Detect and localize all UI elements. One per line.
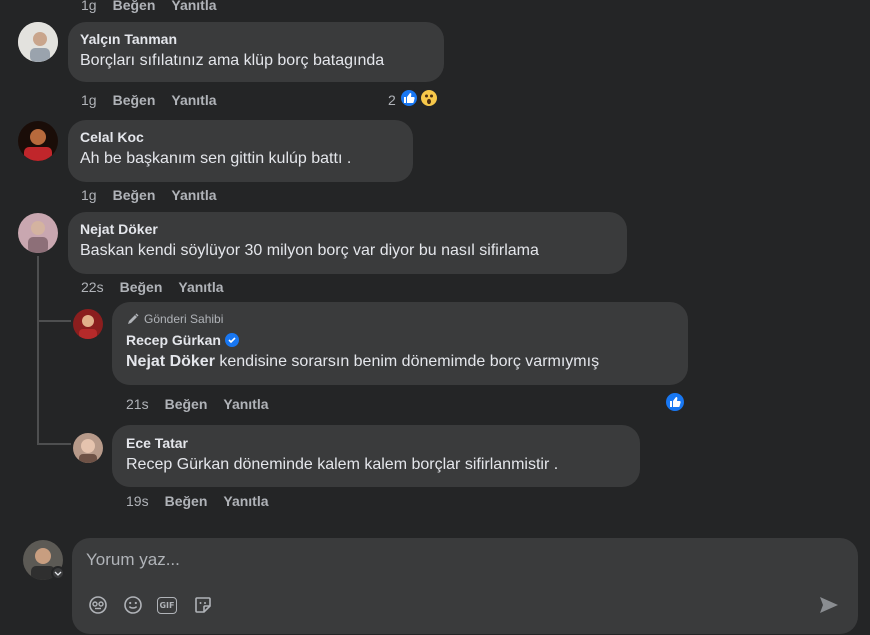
comment-actions-top: 1g Beğen Yanıtla	[81, 0, 217, 14]
like-button[interactable]: Beğen	[113, 0, 156, 14]
like-button[interactable]: Beğen	[113, 186, 156, 204]
reply-button[interactable]: Yanıtla	[171, 91, 216, 109]
timestamp[interactable]: 21s	[126, 395, 149, 413]
wow-reaction-icon[interactable]	[419, 88, 439, 108]
reply-button[interactable]: Yanıtla	[171, 186, 216, 204]
person-photo-icon	[18, 121, 58, 161]
comment-bubble: Celal Koc Ah be başkanım sen gittin kulú…	[68, 120, 413, 182]
reply-text-row: Nejat Döker kendisine sorarsın benim dön…	[126, 351, 674, 373]
reply-button[interactable]: Yanıtla	[223, 395, 268, 413]
reply-button[interactable]: Yanıtla	[171, 0, 216, 14]
comment-actions: 1g Beğen Yanıtla	[81, 186, 217, 204]
person-photo-icon	[73, 433, 103, 463]
comment-text: Baskan kendi söylüyor 30 milyon borç var…	[80, 242, 539, 259]
comment-bubble: Nejat Döker Baskan kendi söylüyor 30 mil…	[68, 212, 627, 274]
comment-author[interactable]: Yalçın Tanman	[80, 30, 432, 48]
send-icon[interactable]	[817, 594, 841, 616]
account-switch-chevron-icon[interactable]	[51, 566, 65, 580]
comment-actions: 22s Beğen Yanıtla	[81, 278, 224, 296]
thread-line	[37, 256, 39, 444]
reply-actions: 19s Beğen Yanıtla	[126, 492, 269, 510]
timestamp[interactable]: 22s	[81, 278, 104, 296]
thread-connector	[37, 320, 71, 322]
avatar-sticker-icon[interactable]	[87, 594, 109, 616]
emoji-icon[interactable]	[122, 594, 144, 616]
reaction-count[interactable]: 2	[388, 91, 396, 109]
comment-author[interactable]: Celal Koc	[80, 128, 401, 146]
timestamp[interactable]: 1g	[81, 0, 97, 14]
comment-bubble: Yalçın Tanman Borçları sıfılatınız ama k…	[68, 22, 444, 82]
comment-actions: 1g Beğen Yanıtla	[81, 91, 217, 109]
reply-author-row: Recep Gürkan	[126, 331, 674, 349]
person-photo-icon	[18, 213, 58, 253]
reply-bubble: Ece Tatar Recep Gürkan döneminde kalem k…	[112, 425, 640, 487]
gif-label: GIF	[159, 600, 175, 610]
reply-actions: 21s Beğen Yanıtla	[126, 395, 269, 413]
reply-author[interactable]: Recep Gürkan	[126, 332, 221, 348]
timestamp[interactable]: 1g	[81, 186, 97, 204]
avatar[interactable]	[18, 22, 58, 62]
sticker-icon[interactable]	[192, 594, 214, 616]
reply-text: Recep Gürkan döneminde kalem kalem borçl…	[126, 456, 559, 473]
like-reaction-icon[interactable]	[664, 391, 686, 413]
like-button[interactable]: Beğen	[120, 278, 163, 296]
thread-connector	[37, 443, 71, 445]
like-button[interactable]: Beğen	[165, 492, 208, 510]
avatar[interactable]	[18, 213, 58, 253]
verified-badge-icon	[224, 333, 239, 347]
timestamp[interactable]: 19s	[126, 492, 149, 510]
pencil-icon	[128, 313, 139, 324]
reply-author[interactable]: Ece Tatar	[126, 434, 626, 452]
mention-link[interactable]: Nejat Döker	[126, 353, 215, 370]
gif-icon[interactable]: GIF	[156, 594, 178, 616]
like-button[interactable]: Beğen	[165, 395, 208, 413]
person-photo-icon	[18, 22, 58, 62]
reply-button[interactable]: Yanıtla	[223, 492, 268, 510]
owner-badge-label: Gönderi Sahibi	[144, 312, 224, 326]
owner-badge: Gönderi Sahibi	[126, 311, 674, 327]
avatar[interactable]	[18, 121, 58, 161]
timestamp[interactable]: 1g	[81, 91, 97, 109]
comment-text: Borçları sıfılatınız ama klüp borç batag…	[80, 52, 385, 69]
comment-composer[interactable]: Yorum yaz... GIF	[72, 538, 858, 634]
avatar[interactable]	[73, 309, 103, 339]
reply-bubble: Gönderi Sahibi Recep Gürkan Nejat Döker …	[112, 302, 688, 385]
comment-author[interactable]: Nejat Döker	[80, 220, 615, 238]
reply-button[interactable]: Yanıtla	[178, 278, 223, 296]
avatar[interactable]	[73, 433, 103, 463]
like-reaction-icon[interactable]	[399, 88, 419, 108]
person-photo-icon	[73, 309, 103, 339]
like-button[interactable]: Beğen	[113, 91, 156, 109]
reply-text: kendisine sorarsın benim dönemimde borç …	[214, 353, 600, 370]
comment-text: Ah be başkanım sen gittin kulúp battı .	[80, 150, 352, 167]
comment-input[interactable]: Yorum yaz...	[86, 550, 180, 570]
